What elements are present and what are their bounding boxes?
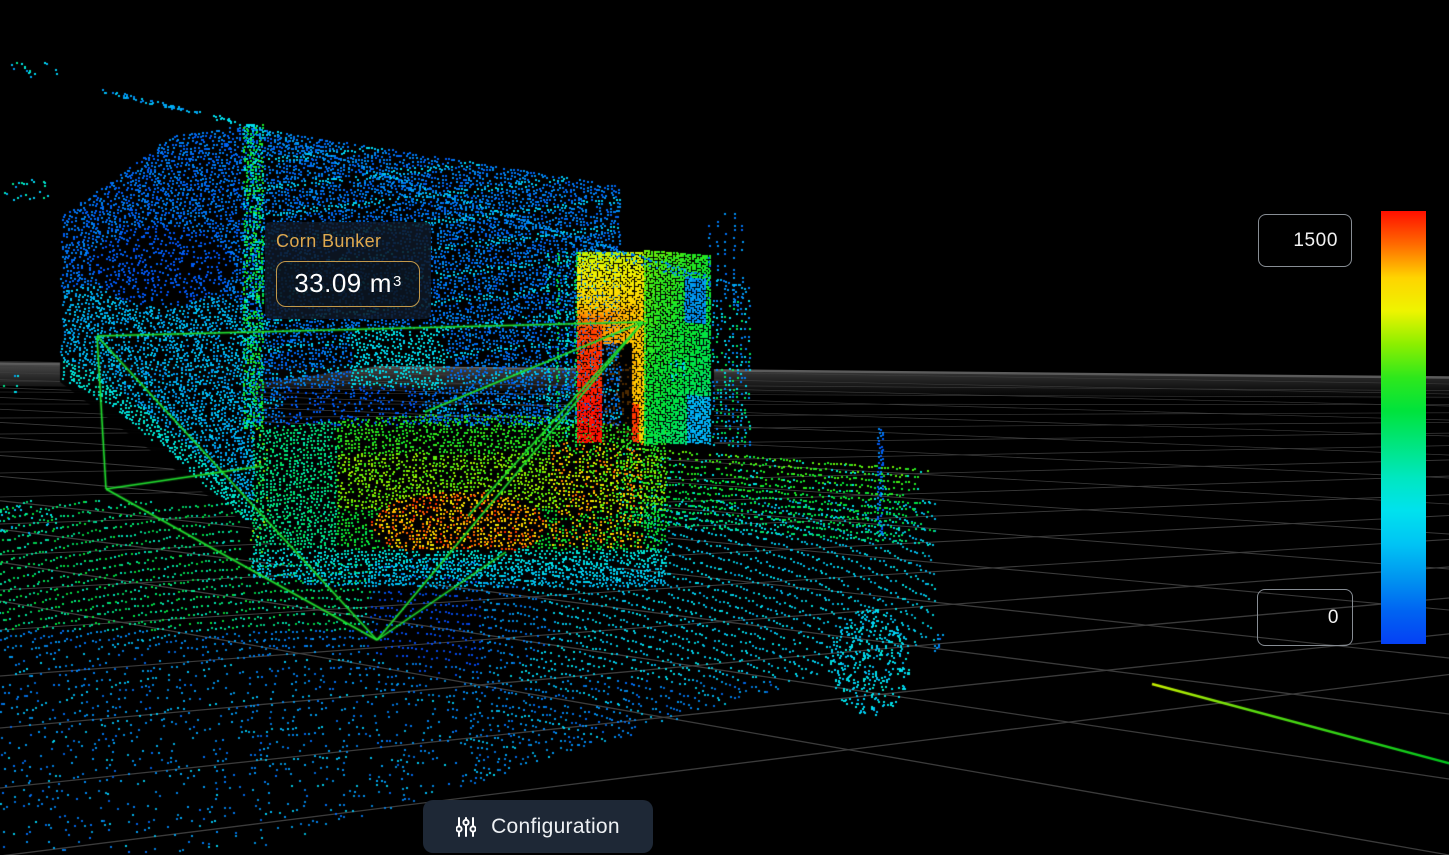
configuration-label: Configuration <box>491 815 620 839</box>
scale-min-input[interactable] <box>1257 589 1353 646</box>
volume-value-box: 33.09m3 <box>276 261 420 307</box>
point-cloud-viewport[interactable] <box>0 0 1449 855</box>
volume-unit: m <box>370 268 392 299</box>
sliders-icon <box>456 816 476 838</box>
tooltip-title: Corn Bunker <box>276 232 420 252</box>
configuration-button[interactable]: Configuration <box>423 800 653 853</box>
volume-value: 33.09 <box>294 268 362 299</box>
measurement-tooltip: Corn Bunker 33.09m3 <box>265 222 431 319</box>
height-colorbar <box>1381 211 1426 644</box>
scale-max-input[interactable] <box>1258 214 1352 267</box>
